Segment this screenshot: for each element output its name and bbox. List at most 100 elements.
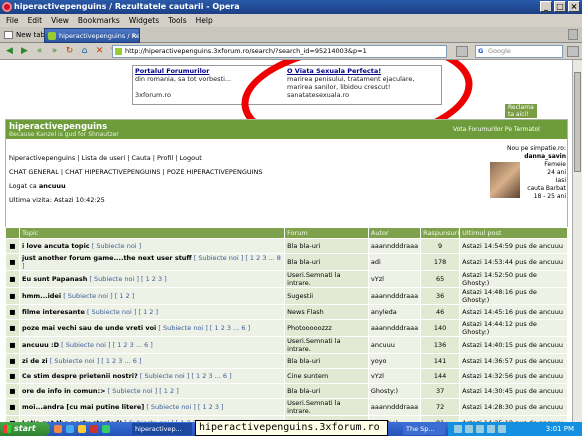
fast-forward-icon[interactable]: » (49, 46, 60, 57)
topic-link[interactable]: zi de zi (22, 357, 48, 365)
tray-icon[interactable] (465, 425, 473, 433)
topic-link[interactable]: i love ancuta topic (22, 242, 90, 250)
menu-edit[interactable]: Edit (28, 14, 43, 27)
topic-pages[interactable]: [ Subiecte noi ] [ 1 2 ] (63, 292, 134, 300)
panel-toggle-button[interactable] (456, 46, 468, 57)
logged-user[interactable]: ancuuu (39, 182, 66, 190)
topic-pages[interactable]: [ Subiecte noi ] [ 1 2 ] (108, 387, 179, 395)
author-cell[interactable]: ancuuu (367, 336, 422, 354)
maximize-button[interactable]: □ (554, 1, 566, 12)
forum-cell[interactable]: Bla bla-uri (284, 353, 369, 369)
reload-icon[interactable]: ↻ (64, 46, 75, 57)
last-post-cell[interactable]: Astazi 14:54:59 pus de ancuuu (459, 238, 568, 254)
close-button[interactable]: × (568, 1, 580, 12)
author-cell[interactable]: aaanndddraaa (367, 287, 422, 305)
zoom-button[interactable] (567, 46, 579, 57)
forward-icon[interactable]: ▶ (19, 46, 30, 57)
last-post-cell[interactable]: Astazi 14:53:44 pus de ancuuu (459, 253, 568, 271)
forum-cell[interactable]: Sugestii (284, 287, 369, 305)
author-cell[interactable]: aaanndddraaa (367, 238, 422, 254)
vertical-scrollbar[interactable] (572, 60, 582, 422)
new-tab-button[interactable]: New tab (4, 29, 45, 41)
quicklaunch-icon[interactable] (90, 425, 98, 433)
promo-name[interactable]: danna_savin (484, 153, 566, 161)
rewind-icon[interactable]: « (34, 46, 45, 57)
menu-view[interactable]: View (51, 14, 69, 27)
topic-pages[interactable]: [ Subiecte noi ] [ 1 2 3 ... 6 ] (140, 372, 232, 380)
tray-icon[interactable] (487, 425, 495, 433)
ad-title[interactable]: Portalul Forumurilor (135, 67, 275, 75)
profile-photo[interactable] (490, 162, 520, 198)
last-post-cell[interactable]: Astazi 14:40:15 pus de ancuuu (459, 336, 568, 354)
quicklaunch-icon[interactable] (78, 425, 86, 433)
topic-link[interactable]: ancuuu :D (22, 341, 59, 349)
forum-chat-links[interactable]: CHAT GENERAL | CHAT HIPERACTIVEPENGUINS … (9, 168, 263, 176)
back-icon[interactable]: ◀ (4, 46, 15, 57)
topic-pages[interactable]: [ Subiecte noi ] [ 1 2 ] (87, 308, 158, 316)
ad-label[interactable]: Reclama ta aici! (505, 104, 537, 118)
author-cell[interactable]: anyleda (367, 304, 422, 320)
topic-link[interactable]: Eu sunt Papanash (22, 275, 87, 283)
tray-icon[interactable] (454, 425, 462, 433)
last-post-cell[interactable]: Astazi 14:32:56 pus de ancuuu (459, 368, 568, 384)
forum-cell[interactable]: Bla bla-uri (284, 238, 369, 254)
tab-active[interactable]: hiperactivepenguins / Re... × (44, 28, 140, 43)
last-post-cell[interactable]: Astazi 14:52:50 pus de Ghosty:) (459, 270, 568, 288)
last-post-cell[interactable]: Astazi 14:48:16 pus de Ghosty:) (459, 287, 568, 305)
author-cell[interactable]: aaanndddraaa (367, 398, 422, 416)
forum-nav-links[interactable]: hiperactivepenguins | Lista de useri | C… (9, 154, 202, 162)
topic-link[interactable]: filme interesante (22, 308, 85, 316)
topic-pages[interactable]: [ Subiecte noi ] (92, 242, 141, 250)
forum-cell[interactable]: Cine suntem (284, 368, 369, 384)
start-button[interactable]: start (0, 422, 50, 436)
quicklaunch-icon[interactable] (66, 425, 74, 433)
search-input[interactable]: G Google (475, 45, 563, 58)
forum-cell[interactable]: Bla bla-uri (284, 253, 369, 271)
menu-tools[interactable]: Tools (168, 14, 186, 27)
taskbar-item-2[interactable]: The Sp... (403, 423, 445, 435)
url-input[interactable]: http://hiperactivepenguins.3xforum.ro/se… (112, 45, 447, 58)
tab-menu-button[interactable] (568, 29, 578, 40)
menu-help[interactable]: Help (196, 14, 213, 27)
menu-widgets[interactable]: Widgets (129, 14, 159, 27)
quicklaunch-icon[interactable] (102, 425, 110, 433)
topic-link[interactable]: Ce stim despre prietenii nostri? (22, 372, 138, 380)
last-post-cell[interactable]: Astazi 14:45:16 pus de ancuuu (459, 304, 568, 320)
topic-link[interactable]: ore de info in comun:> (22, 387, 106, 395)
author-cell[interactable]: vYzl (367, 270, 422, 288)
last-post-cell[interactable]: Astazi 14:44:12 pus de Ghosty:) (459, 319, 568, 337)
forum-cell[interactable]: News Flash (284, 304, 369, 320)
topic-pages[interactable]: [ Subiecte noi ] [ 1 2 3 ... 6 ] (158, 324, 250, 332)
author-cell[interactable]: aaanndddraaa (367, 319, 422, 337)
topic-link[interactable]: hmm...idei (22, 292, 61, 300)
author-cell[interactable]: adi (367, 253, 422, 271)
home-icon[interactable]: ⌂ (79, 46, 90, 57)
quicklaunch-icon[interactable] (54, 425, 62, 433)
menu-file[interactable]: File (6, 14, 19, 27)
topic-link[interactable]: just another forum game....the next user… (22, 254, 192, 262)
topic-pages[interactable]: [ Subiecte noi ] [ 1 2 3 ... 6 ] (61, 341, 153, 349)
menu-bookmarks[interactable]: Bookmarks (78, 14, 120, 27)
author-cell[interactable]: Ghosty:) (367, 383, 422, 399)
tab-close-icon[interactable]: × (131, 29, 137, 42)
stop-icon[interactable]: ✕ (94, 46, 105, 57)
forum-cell[interactable]: Useri.Semnati la intrare. (284, 398, 369, 416)
topic-pages[interactable]: [ Subiecte noi ] [ 1 2 3 ] (89, 275, 166, 283)
topic-pages[interactable]: [ Subiecte noi ] [ 1 2 3 ] (146, 403, 223, 411)
taskbar-item-opera[interactable]: hiperactivep... (132, 423, 192, 435)
last-post-cell[interactable]: Astazi 14:28:30 pus de ancuuu (459, 398, 568, 416)
forum-cell[interactable]: Useri.Semnati la intrare. (284, 270, 369, 288)
forum-cell[interactable]: Bla bla-uri (284, 383, 369, 399)
topic-link[interactable]: moi...andra [cu mai putine litere] (22, 403, 144, 411)
author-cell[interactable]: vYzl (367, 368, 422, 384)
author-cell[interactable]: yoyo (367, 353, 422, 369)
forum-cell[interactable]: Useri.Semnati la intrare. (284, 336, 369, 354)
vote-link[interactable]: Vota Forumurilor Pe Termatol (453, 126, 540, 133)
forum-cell[interactable]: Photooooozzz (284, 319, 369, 337)
tray-icon[interactable] (498, 425, 506, 433)
tray-icon[interactable] (476, 425, 484, 433)
minimize-button[interactable]: _ (540, 1, 552, 12)
last-post-cell[interactable]: Astazi 14:36:57 pus de ancuuu (459, 353, 568, 369)
topic-pages[interactable]: [ Subiecte noi ] [ 1 2 3 ... 6 ] (50, 357, 142, 365)
topic-link[interactable]: poze mai vechi sau de unde vreti voi (22, 324, 156, 332)
